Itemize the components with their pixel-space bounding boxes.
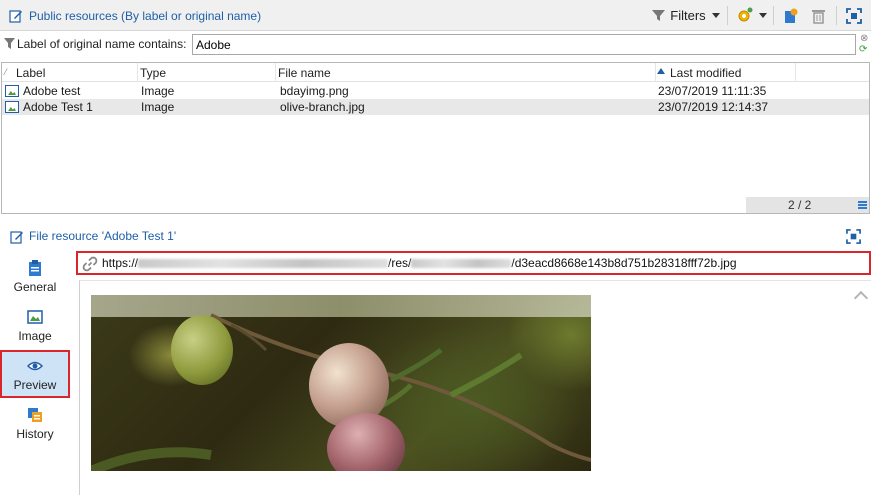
resources-table: ⁄ Label Type File name Last modified Ado… [1, 62, 870, 214]
search-input[interactable] [192, 34, 856, 55]
detail-side-nav: General Image Preview History [0, 250, 76, 495]
tab-image[interactable]: Image [0, 301, 70, 349]
trash-icon [811, 9, 825, 24]
tab-general[interactable]: General [0, 252, 70, 300]
sort-ascending-icon [657, 68, 665, 74]
column-resize-icon: ⁄ [5, 67, 7, 77]
cell-file-name: olive-branch.jpg [280, 100, 365, 114]
column-header-label[interactable]: Label [16, 66, 45, 80]
cell-label: Adobe Test 1 [23, 100, 93, 114]
refresh-icon[interactable]: ⟳ [859, 44, 867, 55]
filter-label: Label of original name contains: [17, 37, 187, 51]
table-row[interactable]: Adobe Test 1 Image olive-branch.jpg 23/0… [2, 99, 869, 115]
image-icon [5, 85, 19, 97]
filters-button[interactable]: Filters [648, 5, 724, 26]
resource-url: https:// /res/ /d3eacd8668e143b8d751b28318… [102, 256, 737, 270]
column-divider[interactable] [275, 63, 276, 82]
new-resource-button[interactable] [780, 5, 800, 26]
image-icon [27, 310, 43, 324]
actions-button[interactable] [734, 5, 768, 26]
url-filename: /d3eacd8668e143b8d751b28318fff72b.jpg [511, 256, 737, 270]
list-menu-icon[interactable] [858, 201, 867, 209]
column-divider[interactable] [137, 63, 138, 82]
column-header-last-modified[interactable]: Last modified [670, 66, 741, 80]
page-title: Public resources (By label or original n… [29, 9, 262, 23]
clipboard-icon [29, 260, 41, 276]
filters-label: Filters [670, 8, 706, 23]
tab-preview[interactable]: Preview [0, 350, 70, 398]
edit-document-icon [9, 10, 22, 23]
preview-image [91, 295, 591, 471]
column-header-type[interactable]: Type [140, 66, 166, 80]
redacted-host [138, 259, 389, 269]
filter-icon [4, 38, 15, 49]
column-divider[interactable] [655, 63, 656, 82]
tab-label: Preview [13, 378, 57, 392]
delete-button[interactable] [808, 5, 828, 26]
cell-label: Adobe test [23, 84, 81, 98]
maximize-button[interactable] [843, 5, 865, 26]
table-footer: 2 / 2 [746, 197, 869, 213]
tab-label: Image [18, 329, 52, 343]
fullscreen-icon[interactable] [846, 229, 861, 244]
tab-history[interactable]: History [0, 399, 70, 447]
image-icon [5, 101, 19, 113]
table-header: ⁄ Label Type File name Last modified [2, 63, 869, 82]
cell-last-modified: 23/07/2019 12:14:37 [658, 100, 769, 114]
olive-green [171, 315, 233, 385]
clear-icon[interactable]: ⊗ [860, 33, 868, 44]
link-icon [82, 256, 98, 272]
edit-document-icon [10, 231, 23, 244]
cell-last-modified: 23/07/2019 11:11:35 [658, 84, 767, 98]
resource-url-field[interactable]: https:// /res/ /d3eacd8668e143b8d751b28318… [76, 251, 871, 275]
cell-file-name: bdayimg.png [280, 84, 349, 98]
url-path: /res/ [388, 256, 412, 270]
cell-type: Image [141, 100, 175, 114]
detail-title: File resource 'Adobe Test 1' [29, 229, 177, 243]
tab-label: History [16, 427, 54, 441]
url-prefix: https:// [102, 256, 139, 270]
column-divider[interactable] [795, 63, 796, 82]
chevron-down-icon [711, 13, 720, 18]
resources-header: Public resources (By label or original n… [0, 0, 871, 31]
gear-icon [738, 7, 752, 22]
chevron-down-icon [758, 13, 767, 18]
filter-bar: Label of original name contains: ⊗ ⟳ [0, 31, 871, 58]
new-document-icon [784, 8, 797, 23]
detail-header: File resource 'Adobe Test 1' [0, 225, 871, 247]
scroll-up-icon[interactable] [853, 290, 869, 306]
row-count: 2 / 2 [788, 198, 812, 212]
column-header-file-name[interactable]: File name [278, 66, 331, 80]
eye-icon [27, 361, 43, 371]
history-icon [28, 408, 42, 422]
fullscreen-icon [846, 7, 862, 24]
redacted-path [411, 259, 512, 269]
toolbar-divider [727, 6, 728, 25]
table-row[interactable]: Adobe test Image bdayimg.png 23/07/2019 … [2, 83, 869, 99]
toolbar-divider [773, 6, 774, 25]
cell-type: Image [141, 84, 175, 98]
toolbar-divider [836, 6, 837, 25]
preview-pane [79, 280, 871, 495]
filter-icon [652, 10, 666, 21]
tab-label: General [13, 280, 57, 294]
